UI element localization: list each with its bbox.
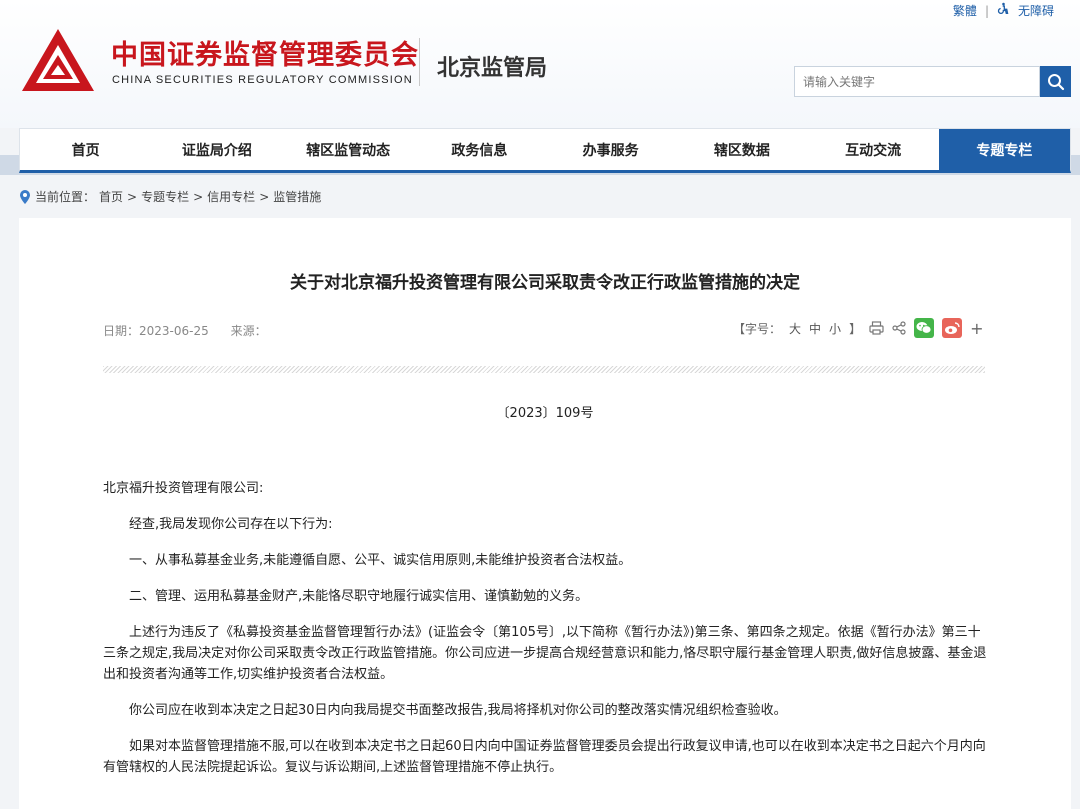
breadcrumb-home[interactable]: 首页 [99,188,123,205]
nav-item-regional-news[interactable]: 辖区监管动态 [283,129,414,170]
site-header: 繁體 | 无障碍 中国证券监督管理委员会 CHINA SECURITIES RE… [0,0,1080,128]
top-links: 繁體 | 无障碍 [953,2,1054,19]
article-tools: 【字号： 大 中 小 】 + [733,318,983,338]
font-size-close: 】 [849,321,862,336]
article-body: 北京福升投资管理有限公司: 经查,我局发现你公司存在以下行为: 一、从事私募基金… [103,478,987,793]
breadcrumb: 当前位置： 首页 > 专题专栏 > 信用专栏 > 监管措施 [19,188,321,205]
main-nav: 首页 证监局介绍 辖区监管动态 政务信息 办事服务 辖区数据 互动交流 专题专栏 [19,128,1071,173]
title-divider [103,366,985,373]
font-size-small[interactable]: 小 [829,320,841,337]
body-paragraph: 经查,我局发现你公司存在以下行为: [129,517,333,532]
search-icon [1047,73,1064,90]
document-number: 〔2023〕109号 [496,406,594,421]
nav-item-regional-data[interactable]: 辖区数据 [676,129,807,170]
body-paragraph: 一、从事私募基金业务,未能遵循自愿、公平、诚实信用原则,未能维护投资者合法权益。 [129,553,632,568]
accessibility-link[interactable]: 无障碍 [1018,2,1054,19]
search-box [794,66,1040,97]
article-title: 关于对北京福升投资管理有限公司采取责令改正行政监管措施的决定 [290,273,800,293]
font-size-label: 【字号： [733,321,782,336]
site-name-en: CHINA SECURITIES REGULATORY COMMISSION [112,74,413,86]
breadcrumb-separator: > [193,189,204,204]
plus-icon[interactable]: + [970,319,983,338]
traditional-chinese-link[interactable]: 繁體 [953,2,977,19]
nav-item-services[interactable]: 办事服务 [545,129,676,170]
breadcrumb-separator: > [259,189,270,204]
breadcrumb-special-topics[interactable]: 专题专栏 [141,188,189,205]
body-paragraph: 你公司应在收到本决定之日起30日内向我局提交书面整改报告,我局将择机对你公司的整… [129,703,787,718]
top-links-divider: | [984,3,989,18]
nav-item-about[interactable]: 证监局介绍 [151,129,282,170]
site-name-cn[interactable]: 中国证券监督管理委员会 [111,33,419,72]
body-paragraph: 上述行为违反了《私募投资基金监督管理暂行办法》(证监会令〔第105号〕,以下简称… [103,625,987,682]
breadcrumb-prefix: 当前位置： [35,190,96,204]
location-icon [20,189,30,204]
print-icon[interactable] [869,321,884,335]
font-size-medium[interactable]: 中 [809,320,821,337]
bureau-name: 北京监管局 [437,56,548,81]
weibo-icon [945,322,960,334]
body-paragraph: 二、管理、运用私募基金财产,未能恪尽职守地履行诚实信用、谨慎勤勉的义务。 [129,589,589,604]
breadcrumb-credit[interactable]: 信用专栏 [207,188,255,205]
breadcrumb-measures[interactable]: 监管措施 [273,188,321,205]
accessibility-icon[interactable] [997,2,1010,19]
logo-emblem-icon[interactable] [18,25,98,97]
article-meta: 日期：2023-06-25 来源： [103,322,285,339]
nav-item-interaction[interactable]: 互动交流 [808,129,939,170]
salutation: 北京福升投资管理有限公司: [103,481,264,496]
nav-item-gov-info[interactable]: 政务信息 [414,129,545,170]
font-size-large[interactable]: 大 [789,320,801,337]
breadcrumb-separator: > [127,189,138,204]
logo-divider [419,38,420,86]
search-button[interactable] [1040,66,1071,97]
wechat-icon [916,322,932,334]
article-date: 日期：2023-06-25 [103,324,209,338]
share-icon[interactable] [892,321,906,335]
wechat-share-button[interactable] [914,318,935,338]
search-input[interactable] [795,67,1039,96]
nav-item-home[interactable]: 首页 [20,129,151,170]
weibo-share-button[interactable] [942,318,963,338]
article-card: 关于对北京福升投资管理有限公司采取责令改正行政监管措施的决定 日期：2023-0… [19,218,1071,809]
article-source: 来源： [230,324,267,338]
nav-item-special-topics[interactable]: 专题专栏 [938,129,1070,170]
body-paragraph: 如果对本监督管理措施不服,可以在收到本决定书之日起60日内向中国证券监督管理委员… [103,739,986,775]
